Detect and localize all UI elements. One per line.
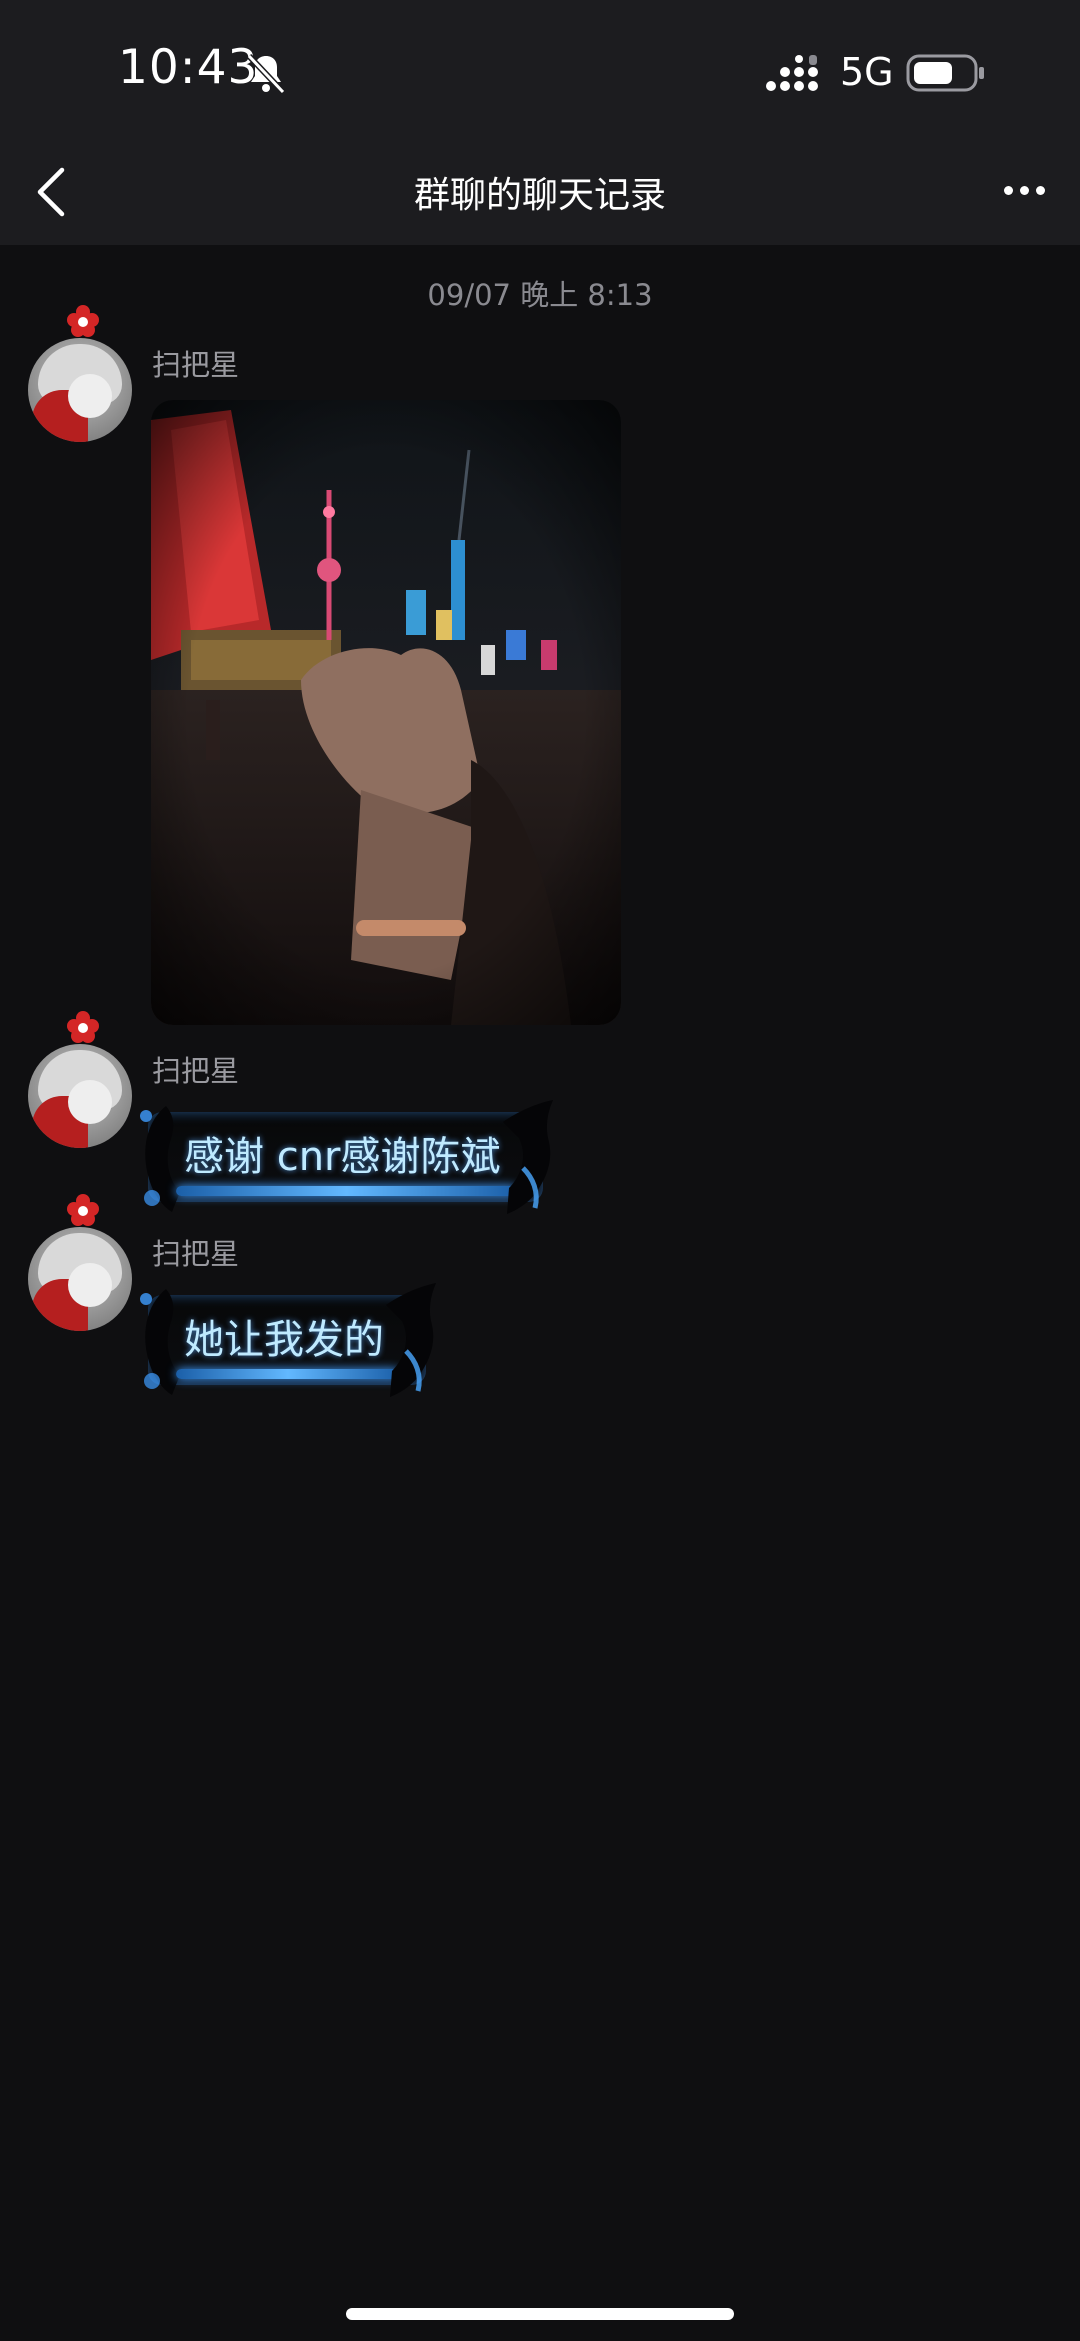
sender-avatar[interactable] [28,305,132,442]
bubble-frame-decoration-icon [502,1100,553,1214]
bubble-frame-decoration-icon [386,1283,436,1397]
more-dots-icon [1020,186,1029,195]
flower-icon [67,1011,99,1043]
more-options-button[interactable] [990,166,1060,216]
top-bar: 10:43 5G 群聊的聊天记录 [0,0,1080,245]
bubble-frame-decoration-icon [140,1106,180,1212]
message-bubble[interactable]: 她让我发的 [140,1283,436,1397]
signal-bars-icon [766,55,818,91]
page-title: 群聊的聊天记录 [413,175,666,216]
message-text: 感谢 cnr感谢陈斌 [184,1134,501,1180]
chat-history-screen: 10:43 5G 群聊的聊天记录 09/07 晚上 8:13 扫把星 扫把星 感… [0,0,1080,2341]
chat-timestamp: 09/07 晚上 8:13 [427,278,653,312]
sender-avatar[interactable] [28,1011,132,1148]
bubble-frame-decoration-icon [140,1289,180,1395]
night-skyline-photo-icon [151,400,621,1025]
sender-name: 扫把星 [152,1054,240,1088]
sender-avatar[interactable] [28,1194,132,1331]
status-time: 10:43 [118,40,259,95]
home-indicator[interactable] [346,2308,734,2320]
sender-name: 扫把星 [152,348,240,382]
avatar [28,1227,132,1331]
network-type: 5G [840,50,894,94]
message-photo[interactable] [151,400,621,1025]
flower-icon [67,305,99,337]
message-text: 她让我发的 [184,1317,384,1363]
more-dots-icon [1004,186,1013,195]
message-bubble[interactable]: 感谢 cnr感谢陈斌 [140,1100,553,1214]
bell-muted-icon [246,53,286,95]
avatar [28,1044,132,1148]
flower-icon [67,1194,99,1226]
battery-icon [906,54,984,92]
avatar [28,338,132,442]
sender-name: 扫把星 [152,1237,240,1271]
more-dots-icon [1036,186,1045,195]
